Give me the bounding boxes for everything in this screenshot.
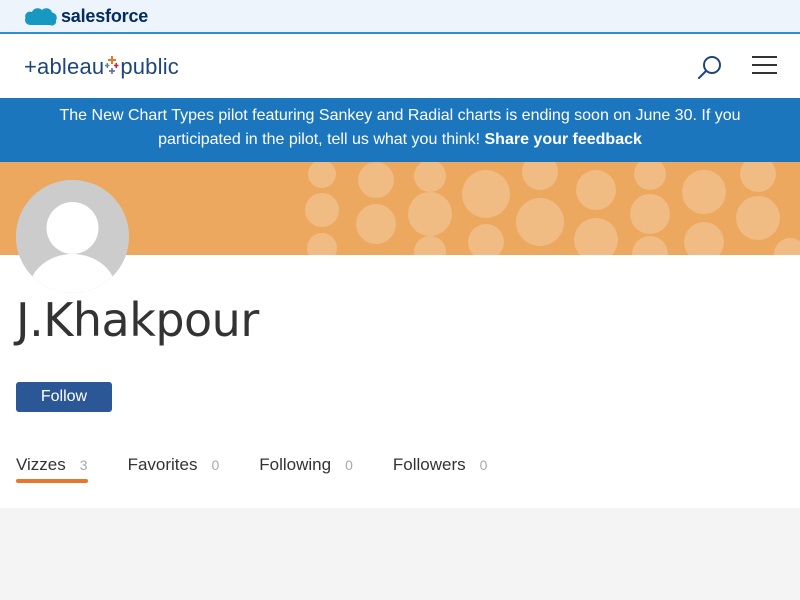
menu-icon-bar xyxy=(752,64,777,66)
profile-section: J.Khakpour Follow Vizzes 3 Favorites 0 F… xyxy=(0,255,800,508)
tableau-sparkle-icon xyxy=(105,56,119,78)
tab-followers[interactable]: Followers 0 xyxy=(393,455,488,485)
brand-text-tableau: +ableau xyxy=(24,54,105,79)
tableau-public-logo[interactable]: +ableau public xyxy=(24,54,179,80)
share-feedback-link[interactable]: Share your feedback xyxy=(485,131,642,148)
tab-label: Following xyxy=(259,455,332,474)
menu-icon-bar xyxy=(752,72,777,74)
avatar xyxy=(16,180,129,293)
tab-following[interactable]: Following 0 xyxy=(259,455,353,485)
tab-count: 3 xyxy=(79,457,88,473)
profile-name: J.Khakpour xyxy=(16,293,259,347)
tab-count: 0 xyxy=(211,457,220,473)
tab-label: Followers xyxy=(392,455,466,474)
follow-button[interactable]: Follow xyxy=(16,382,112,412)
site-header: +ableau public xyxy=(0,34,800,98)
tab-count: 0 xyxy=(345,457,353,473)
search-icon xyxy=(698,56,721,79)
banner-text-line2: participated in the pilot, tell us what … xyxy=(0,128,800,152)
tab-favorites[interactable]: Favorites 0 xyxy=(128,455,220,485)
tab-label: Vizzes xyxy=(16,455,66,474)
profile-tabs: Vizzes 3 Favorites 0 Following 0 Followe… xyxy=(16,455,527,485)
menu-button[interactable] xyxy=(752,56,777,78)
tab-count: 0 xyxy=(479,457,488,473)
brand-text-public: public xyxy=(120,54,179,79)
salesforce-logo[interactable]: salesforce xyxy=(24,4,148,28)
announcement-banner: The New Chart Types pilot featuring Sank… xyxy=(0,98,800,162)
search-button[interactable] xyxy=(696,54,724,82)
salesforce-cloud-icon xyxy=(25,8,57,26)
banner-text-line1: The New Chart Types pilot featuring Sank… xyxy=(59,107,741,124)
salesforce-bar: salesforce xyxy=(0,0,800,34)
tab-vizzes[interactable]: Vizzes 3 xyxy=(16,455,88,485)
banner-text-line2-body: participated in the pilot, tell us what … xyxy=(158,131,481,148)
salesforce-text: salesforce xyxy=(61,5,149,26)
tab-label: Favorites xyxy=(127,455,198,474)
user-placeholder-icon xyxy=(16,180,129,293)
menu-icon-bar xyxy=(752,56,777,58)
